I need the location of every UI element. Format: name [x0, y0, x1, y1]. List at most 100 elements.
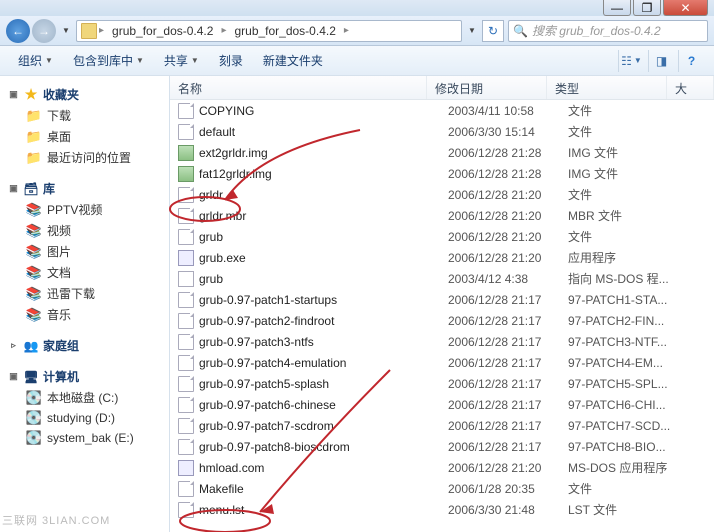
file-icon	[178, 124, 194, 140]
item-icon: 📚	[26, 223, 42, 239]
file-row[interactable]: grub-0.97-patch5-splash2006/12/28 21:179…	[170, 373, 714, 394]
sidebar-item[interactable]: 📁下载	[4, 105, 165, 126]
breadcrumb-seg-2[interactable]: grub_for_dos-0.4.2	[228, 24, 341, 38]
file-type: 97-PATCH2-FIN...	[568, 314, 688, 328]
breadcrumb-seg-1[interactable]: grub_for_dos-0.4.2	[106, 24, 219, 38]
burn-button[interactable]: 刻录	[211, 48, 251, 73]
sidebar-item[interactable]: 📚文档	[4, 262, 165, 283]
sidebar-item[interactable]: 📁 桌面	[4, 126, 165, 147]
breadcrumb-dropdown[interactable]: ▼	[466, 21, 478, 41]
share-menu[interactable]: 共享▼	[156, 48, 207, 73]
libraries-group[interactable]: ▣ 🗃 库	[4, 178, 165, 199]
search-box[interactable]: 🔍 搜索 grub_for_dos-0.4.2	[508, 20, 708, 42]
computer-icon: 🖥	[23, 369, 39, 385]
file-name: ext2grldr.img	[199, 146, 448, 160]
computer-group[interactable]: ▣ 🖥 计算机	[4, 366, 165, 387]
item-icon: 📁	[26, 150, 42, 166]
sidebar-item-label: 桌面	[47, 128, 71, 145]
file-row[interactable]: grub-0.97-patch4-emulation2006/12/28 21:…	[170, 352, 714, 373]
file-row[interactable]: grub-0.97-patch1-startups2006/12/28 21:1…	[170, 289, 714, 310]
file-type: 97-PATCH1-STA...	[568, 293, 688, 307]
file-row[interactable]: grldr2006/12/28 21:20文件	[170, 184, 714, 205]
file-icon	[178, 229, 194, 245]
item-icon: 📁	[26, 129, 42, 145]
column-name[interactable]: 名称	[170, 76, 427, 99]
file-type: MS-DOS 应用程序	[568, 459, 688, 476]
column-type[interactable]: 类型	[547, 76, 667, 99]
file-row[interactable]: grub-0.97-patch6-chinese2006/12/28 21:17…	[170, 394, 714, 415]
file-name: grldr	[199, 188, 448, 202]
sidebar-item[interactable]: 💽system_bak (E:)	[4, 428, 165, 448]
title-bar: — ❐ ✕	[0, 0, 714, 16]
forward-button[interactable]: →	[32, 19, 56, 43]
file-icon	[178, 271, 194, 287]
refresh-button[interactable]: ↻	[482, 20, 504, 42]
file-type: 97-PATCH3-NTF...	[568, 335, 688, 349]
item-icon: 📚	[26, 286, 42, 302]
file-name: Makefile	[199, 482, 448, 496]
file-row[interactable]: grldr.mbr2006/12/28 21:20MBR 文件	[170, 205, 714, 226]
item-icon: 💽	[26, 390, 42, 406]
sidebar-item-label: 音乐	[47, 306, 71, 323]
file-row[interactable]: grub2003/4/12 4:38指向 MS-DOS 程...	[170, 268, 714, 289]
chevron-down-icon: ▼	[634, 56, 642, 65]
file-row[interactable]: grub2006/12/28 21:20文件	[170, 226, 714, 247]
file-row[interactable]: grub-0.97-patch2-findroot2006/12/28 21:1…	[170, 310, 714, 331]
file-row[interactable]: grub-0.97-patch7-scdrom2006/12/28 21:179…	[170, 415, 714, 436]
close-icon: ✕	[680, 1, 690, 15]
maximize-button[interactable]: ❐	[633, 0, 661, 16]
file-row[interactable]: Makefile2006/1/28 20:35文件	[170, 478, 714, 499]
file-date: 2006/3/30 15:14	[448, 125, 568, 139]
help-button[interactable]: ?	[678, 50, 704, 72]
organize-menu[interactable]: 组织▼	[10, 48, 61, 73]
sidebar-item[interactable]: 📚 视频	[4, 220, 165, 241]
file-list: 名称 修改日期 类型 大 COPYING2003/4/11 10:58文件def…	[170, 76, 714, 532]
include-menu[interactable]: 包含到库中▼	[65, 48, 152, 73]
file-type: 97-PATCH6-CHI...	[568, 398, 688, 412]
close-button[interactable]: ✕	[663, 0, 708, 16]
breadcrumb[interactable]: ▸ grub_for_dos-0.4.2 ▸ grub_for_dos-0.4.…	[76, 20, 462, 42]
file-name: grldr.mbr	[199, 209, 448, 223]
file-row[interactable]: grub.exe2006/12/28 21:20应用程序	[170, 247, 714, 268]
history-dropdown[interactable]: ▼	[60, 21, 72, 41]
sidebar-item[interactable]: 📚图片	[4, 241, 165, 262]
file-name: grub-0.97-patch1-startups	[199, 293, 448, 307]
sidebar-item[interactable]: 📚PPTV视频	[4, 199, 165, 220]
file-icon	[178, 166, 194, 182]
file-name: grub-0.97-patch7-scdrom	[199, 419, 448, 433]
sidebar-item-label: 视频	[47, 222, 71, 239]
file-icon	[178, 313, 194, 329]
column-size[interactable]: 大	[667, 76, 714, 99]
file-icon	[178, 145, 194, 161]
file-name: hmload.com	[199, 461, 448, 475]
navigation-pane: ▣ ★ 收藏夹 📁下载📁桌面📁最近访问的位置 ▣ 🗃 库 📚PPTV视频📚视频📚…	[0, 76, 170, 532]
homegroup[interactable]: ▹ 👥 家庭组	[4, 335, 165, 356]
preview-pane-button[interactable]: ◨	[648, 50, 674, 72]
minimize-button[interactable]: —	[603, 0, 631, 16]
file-row[interactable]: default2006/3/30 15:14文件	[170, 121, 714, 142]
view-options-button[interactable]: ☷▼	[618, 50, 644, 72]
sidebar-item[interactable]: 💽studying (D:)	[4, 408, 165, 428]
sidebar-item[interactable]: 📚音乐	[4, 304, 165, 325]
file-row[interactable]: COPYING2003/4/11 10:58文件	[170, 100, 714, 121]
sidebar-item[interactable]: 📁最近访问的位置	[4, 147, 165, 168]
file-icon	[178, 187, 194, 203]
file-icon	[178, 418, 194, 434]
file-row[interactable]: grub-0.97-patch3-ntfs2006/12/28 21:1797-…	[170, 331, 714, 352]
sidebar-item[interactable]: 💽本地磁盘 (C:)	[4, 387, 165, 408]
file-row[interactable]: hmload.com2006/12/28 21:20MS-DOS 应用程序	[170, 457, 714, 478]
sidebar-item-label: 图片	[47, 243, 71, 260]
file-row[interactable]: menu.lst2006/3/30 21:48LST 文件	[170, 499, 714, 520]
file-icon	[178, 439, 194, 455]
file-row[interactable]: ext2grldr.img2006/12/28 21:28IMG 文件	[170, 142, 714, 163]
file-date: 2006/1/28 20:35	[448, 482, 568, 496]
sidebar-item[interactable]: 📚迅雷下载	[4, 283, 165, 304]
favorites-group[interactable]: ▣ ★ 收藏夹	[4, 84, 165, 105]
new-folder-button[interactable]: 新建文件夹	[255, 48, 331, 73]
back-button[interactable]: ←	[6, 19, 30, 43]
file-row[interactable]: fat12grldr.img2006/12/28 21:28IMG 文件	[170, 163, 714, 184]
file-type: 97-PATCH7-SCD...	[568, 419, 688, 433]
column-date[interactable]: 修改日期	[427, 76, 547, 99]
sidebar-item-label: 下载	[47, 107, 71, 124]
file-row[interactable]: grub-0.97-patch8-bioscdrom2006/12/28 21:…	[170, 436, 714, 457]
